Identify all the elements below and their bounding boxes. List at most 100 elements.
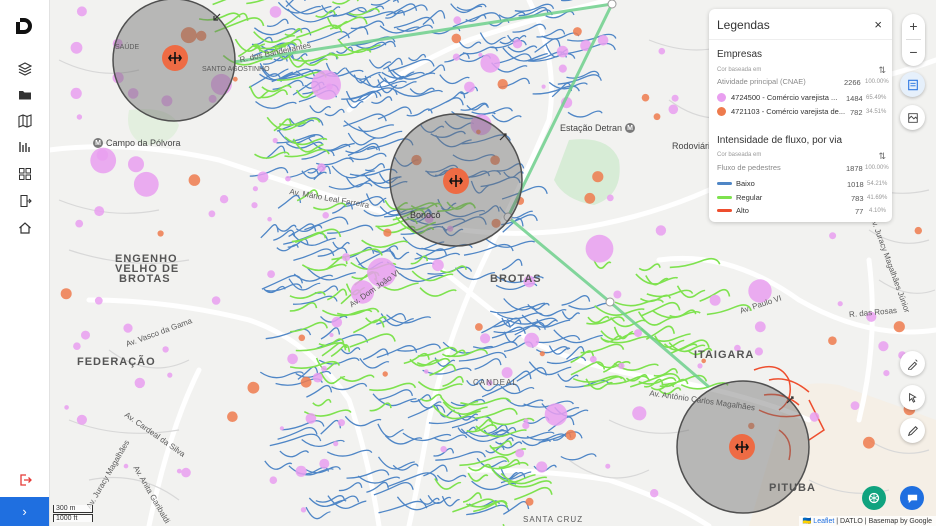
business-dot xyxy=(424,369,429,374)
business-dot xyxy=(219,195,229,204)
street-segment xyxy=(264,460,293,470)
business-dot xyxy=(829,232,837,240)
street-segment xyxy=(309,105,332,114)
chart-icon[interactable] xyxy=(16,138,33,155)
close-icon[interactable]: × xyxy=(874,17,882,32)
street-segment xyxy=(434,478,462,490)
street-segment xyxy=(369,382,417,392)
legend-empresas-title: Empresas xyxy=(717,49,763,60)
legend-empresas-row-value: 1484 xyxy=(846,94,863,103)
expand-sidebar-button[interactable]: › xyxy=(0,497,49,526)
app-logo[interactable] xyxy=(14,16,34,36)
business-dot xyxy=(850,401,860,410)
business-dot xyxy=(480,333,491,344)
business-dot xyxy=(60,288,72,300)
label-santa-cruz: SANTA CRUZ xyxy=(523,515,584,524)
business-dot xyxy=(298,334,306,342)
business-dot xyxy=(208,210,216,218)
street-segment xyxy=(269,433,322,447)
street-segment xyxy=(393,16,435,29)
business-dot xyxy=(272,137,278,144)
logout-icon[interactable] xyxy=(16,471,33,488)
street-segment xyxy=(324,108,345,117)
business-dot xyxy=(123,323,133,333)
map-icon[interactable] xyxy=(16,112,33,129)
business-dot xyxy=(269,6,282,18)
street-segment xyxy=(394,89,444,97)
chatgpt-icon[interactable] xyxy=(862,486,886,510)
legend-fluxo-row-label[interactable]: Regular xyxy=(736,193,762,202)
business-dot xyxy=(70,87,82,99)
business-dot xyxy=(809,412,820,422)
business-dot xyxy=(592,171,604,183)
sort-icon[interactable]: ⇅ xyxy=(878,151,886,162)
legend-empresas-row-label[interactable]: 4721103 - Comércio varejista de... xyxy=(731,107,845,116)
street-segment xyxy=(306,384,333,398)
layers-icon[interactable] xyxy=(16,60,33,77)
business-dot xyxy=(167,372,173,378)
metro-campo-polvora: M Campo da Pólvora xyxy=(93,138,181,148)
home-icon[interactable] xyxy=(16,219,33,236)
business-dot xyxy=(618,362,625,369)
business-dot xyxy=(585,234,614,263)
business-dot xyxy=(754,321,766,333)
street-segment xyxy=(392,0,398,3)
street-segment xyxy=(277,129,316,144)
business-dot xyxy=(305,413,317,424)
map-layers-icon[interactable] xyxy=(900,105,925,130)
legend-panel: Legendas × Empresas Cor baseada em ⇅ Ati… xyxy=(709,9,892,222)
sort-icon[interactable]: ⇅ xyxy=(878,65,886,76)
legend-empresas-total-pct: 100.00% xyxy=(865,79,889,85)
business-dot xyxy=(382,371,388,377)
street-segment xyxy=(372,393,417,407)
leaflet-link[interactable]: Leaflet xyxy=(813,518,834,525)
street-segment xyxy=(357,475,401,484)
street-segment xyxy=(423,464,448,477)
street-segment xyxy=(387,472,438,488)
street-segment xyxy=(246,0,287,5)
business-dot xyxy=(597,35,609,46)
scale-imperial: 1000 ft xyxy=(53,514,93,522)
business-dot xyxy=(515,448,525,458)
street-segment xyxy=(386,314,432,324)
street-segment xyxy=(371,96,393,104)
pencil-icon[interactable] xyxy=(900,418,925,443)
business-dot xyxy=(267,216,272,222)
business-dot xyxy=(655,225,667,236)
street-segment xyxy=(561,311,581,320)
business-dot xyxy=(432,259,444,272)
select-cursor-icon[interactable] xyxy=(900,385,925,410)
business-dot xyxy=(525,497,534,506)
legend-fluxo-row-label[interactable]: Baixo xyxy=(736,179,755,188)
legend-divider xyxy=(709,39,892,40)
street-segment xyxy=(253,27,296,36)
chat-icon[interactable] xyxy=(900,486,924,510)
street-segment xyxy=(638,263,661,272)
legend-empresas-row-label[interactable]: 4724500 - Comércio varejista ... xyxy=(731,93,837,102)
street-segment xyxy=(343,113,387,127)
business-dot xyxy=(475,323,483,331)
grid-icon[interactable] xyxy=(16,165,33,182)
business-dot xyxy=(606,194,614,202)
street-segment xyxy=(456,3,487,11)
zoom-out-button[interactable]: − xyxy=(902,40,925,64)
street-segment xyxy=(560,0,573,2)
street-segment xyxy=(491,114,522,123)
export-icon[interactable] xyxy=(16,192,33,209)
business-dot xyxy=(558,64,567,73)
zoom-in-button[interactable]: + xyxy=(902,14,925,38)
draw-polygon-icon[interactable] xyxy=(900,351,925,376)
legend-fluxo-row-label[interactable]: Alto xyxy=(736,206,749,215)
label-saude: SAÚDE xyxy=(115,44,140,51)
business-dot xyxy=(329,332,334,338)
business-dot xyxy=(181,467,191,478)
street-segment xyxy=(266,18,289,28)
business-dot xyxy=(613,290,622,299)
business-dot xyxy=(536,461,548,473)
legend-fluxo-row-pct: 4.10% xyxy=(869,208,887,214)
business-dot xyxy=(251,202,258,209)
folder-icon[interactable] xyxy=(16,86,33,103)
legend-toggle-icon[interactable] xyxy=(900,72,925,97)
label-pituba: PITUBA xyxy=(769,482,816,494)
business-dot xyxy=(632,406,647,421)
